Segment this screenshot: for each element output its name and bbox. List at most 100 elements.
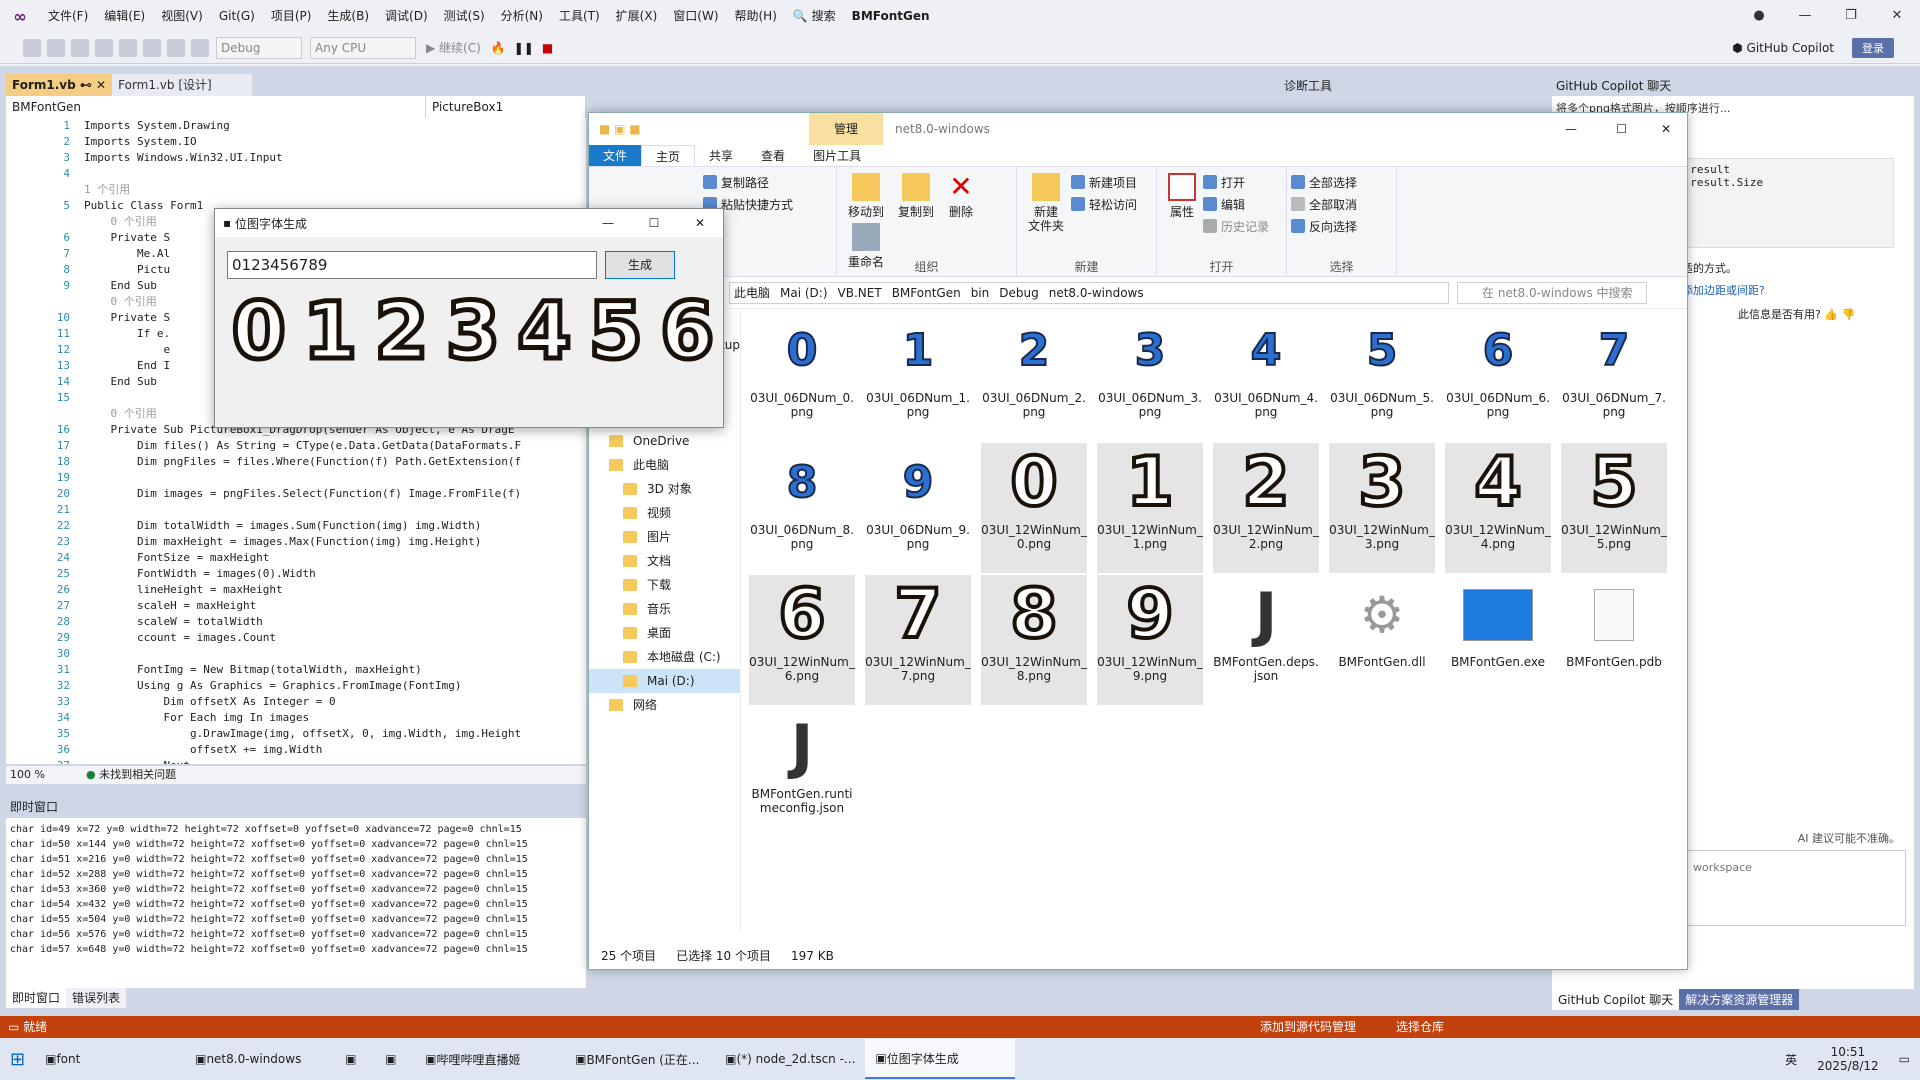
copy-path-button[interactable]: 复制路径 [703,171,823,193]
nav-item[interactable]: 桌面 [589,621,740,645]
continue-button[interactable]: ▶ 继续(C) [426,39,481,56]
tab-view[interactable]: 查看 [747,145,799,166]
nav-item[interactable]: 下载 [589,573,740,597]
ex-minimize-button[interactable]: — [1565,122,1577,136]
taskbar-app[interactable]: ▣ (*) node_2d.tscn -... [715,1039,865,1079]
search-box[interactable]: 🔍 搜索 [785,0,844,32]
file-item[interactable]: 2 03UI_12WinNum_2.png [1213,443,1319,573]
tab-file[interactable]: 文件 [589,145,642,166]
immediate-window[interactable]: char id=49 x=72 y=0 width=72 height=72 x… [6,818,586,988]
nav-item[interactable]: 图片 [589,525,740,549]
save-all-icon[interactable] [143,38,161,57]
taskbar-app[interactable]: ▣ BMFontGen (正在... [565,1039,715,1079]
tab-picture-tools[interactable]: 图片工具 [799,145,875,166]
breadcrumb-item[interactable]: bin [971,286,990,300]
tab-solution-explorer[interactable]: 解决方案资源管理器 [1679,989,1800,1010]
menu-item[interactable]: 扩展(X) [608,0,666,32]
move-to-button[interactable]: 移动到 [845,173,887,219]
edit-button[interactable]: 编辑 [1203,193,1279,215]
address-bar[interactable]: 此电脑 Mai (D:) VB.NET BMFontGen bin Debug net8.0… [729,281,1449,304]
tab-immediate[interactable]: 即时窗口 [6,988,67,1008]
pause-icon[interactable]: ❚❚ [514,41,534,55]
text-input[interactable]: 0123456789 [227,251,597,279]
file-item[interactable]: 3 03UI_12WinNum_3.png [1329,443,1435,573]
file-item[interactable]: J BMFontGen.runtimeconfig.json [749,707,855,837]
taskbar-app[interactable]: ▣ [335,1039,375,1079]
nav-item[interactable]: 视频 [589,501,740,525]
file-item[interactable]: 6 03UI_12WinNum_6.png [749,575,855,705]
taskbar-app[interactable]: ▣ 位图字体生成 [865,1039,1016,1079]
minimize-button[interactable]: — [1782,0,1828,32]
undo-icon[interactable] [167,38,185,57]
project-combo[interactable]: BMFontGen [6,96,426,118]
start-button[interactable]: ⊞ [0,1039,35,1079]
back-icon[interactable] [23,38,41,57]
tab-share[interactable]: 共享 [695,145,747,166]
file-item[interactable]: 9 03UI_12WinNum_9.png [1097,575,1203,705]
history-button[interactable]: 历史记录 [1203,215,1279,237]
tab-home[interactable]: 主页 [641,145,696,166]
taskbar-app[interactable]: ▣ [375,1039,415,1079]
taskbar-app[interactable]: ▣ font [35,1039,185,1079]
nav-item[interactable]: 音乐 [589,597,740,621]
file-item[interactable]: 1 03UI_12WinNum_1.png [1097,443,1203,573]
menu-item[interactable]: 编辑(E) [96,0,153,32]
file-item[interactable]: 4 03UI_06DNum_4.png [1213,311,1319,441]
file-item[interactable]: 8 03UI_12WinNum_8.png [981,575,1087,705]
hot-reload-icon[interactable]: 🔥 [491,41,506,55]
nav-item[interactable]: 3D 对象 [589,477,740,501]
file-item[interactable]: 2 03UI_06DNum_2.png [981,311,1087,441]
generate-button[interactable]: 生成 [605,251,675,279]
forward-icon[interactable] [47,38,65,57]
file-item[interactable]: 1 03UI_06DNum_1.png [865,311,971,441]
search-input[interactable]: 在 net8.0-windows 中搜索 [1457,281,1647,304]
form-close-button[interactable]: ✕ [677,216,723,230]
menu-item[interactable]: 项目(P) [263,0,320,32]
nav-item[interactable]: Mai (D:) [589,669,740,693]
nav-item[interactable]: 文档 [589,549,740,573]
file-item[interactable]: 0 03UI_12WinNum_0.png [981,443,1087,573]
file-item[interactable]: 7 03UI_12WinNum_7.png [865,575,971,705]
redo-icon[interactable] [191,38,209,57]
breadcrumb-item[interactable]: Mai (D:) [780,286,828,300]
file-item[interactable]: 8 03UI_06DNum_8.png [749,443,855,573]
copilot-button[interactable]: ⬢ GitHub Copilot [1732,41,1834,55]
new-folder-button[interactable]: 新建 文件夹 [1025,173,1067,233]
notification-icon[interactable]: ▭ [1889,1039,1920,1079]
add-source-control[interactable]: 添加到源代码管理 [1260,1016,1356,1038]
zoom-level[interactable]: 100 % [6,766,86,784]
clock[interactable]: 10:51 2025/8/12 [1807,1039,1889,1079]
new-item-icon[interactable] [71,38,89,57]
form-maximize-button[interactable]: ☐ [631,216,677,230]
delete-button[interactable]: ✕ 删除 [945,173,977,220]
breadcrumb-item[interactable]: 此电脑 [734,284,770,301]
copy-to-button[interactable]: 复制到 [895,173,937,219]
menu-item[interactable]: Git(G) [211,0,263,32]
tab-error-list[interactable]: 错误列表 [66,988,127,1008]
menu-item[interactable]: 文件(F) [40,0,96,32]
file-item[interactable]: BMFontGen.pdb [1561,575,1667,705]
file-item[interactable]: J BMFontGen.deps.json [1213,575,1319,705]
file-item[interactable]: 5 03UI_12WinNum_5.png [1561,443,1667,573]
chat-input[interactable]: workspace [1686,850,1906,926]
tab-form1-designer[interactable]: Form1.vb [设计] [112,74,253,96]
issues-text[interactable]: 未找到相关问题 [99,766,176,784]
file-item[interactable]: ⚙ BMFontGen.dll [1329,575,1435,705]
config-select[interactable]: Debug [216,36,302,59]
nav-item[interactable]: 本地磁盘 (C:) [589,645,740,669]
file-item[interactable]: 7 03UI_06DNum_7.png [1561,311,1667,441]
file-item[interactable]: 0 03UI_06DNum_0.png [749,311,855,441]
menu-item[interactable]: 分析(N) [493,0,551,32]
stop-icon[interactable]: ■ [542,41,553,55]
menu-item[interactable]: 视图(V) [153,0,211,32]
ime-indicator[interactable]: 英 [1775,1039,1807,1079]
taskbar-app[interactable]: ▣ 哔哩哔哩直播姬 [415,1039,565,1079]
close-button[interactable]: ✕ [1874,0,1920,32]
menu-item[interactable]: 生成(B) [319,0,377,32]
open-icon[interactable] [95,38,113,57]
nav-item[interactable]: 网络 [589,693,740,717]
invert-select-button[interactable]: 反向选择 [1291,215,1392,237]
form-minimize-button[interactable]: — [585,216,631,230]
ex-close-button[interactable]: ✕ [1661,122,1671,136]
select-repo[interactable]: 选择仓库 [1396,1016,1444,1038]
